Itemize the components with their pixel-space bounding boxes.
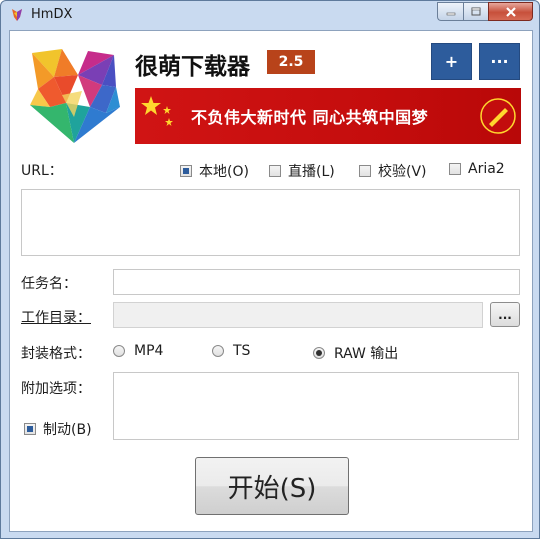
flag-star-icon xyxy=(141,96,173,126)
task-name-input[interactable] xyxy=(113,269,520,295)
radio-mp4[interactable]: MP4 xyxy=(113,343,163,359)
app-name: 很萌下载器 xyxy=(135,54,250,80)
window-title: HmDX xyxy=(31,7,73,22)
url-label: URL： xyxy=(21,163,63,179)
radio-raw-label: RAW 输出 xyxy=(334,346,399,362)
maximize-icon xyxy=(471,7,481,16)
minimize-button[interactable] xyxy=(437,2,463,21)
checkbox-local-box[interactable] xyxy=(180,165,192,177)
radio-ts-dot[interactable] xyxy=(212,345,224,357)
browse-button[interactable]: ... xyxy=(490,302,520,327)
banner: 不负伟大新时代 同心共筑中国梦 xyxy=(135,88,521,144)
url-input[interactable] xyxy=(21,189,520,256)
minimize-icon xyxy=(446,12,455,15)
start-button[interactable]: 开始(S) xyxy=(195,457,349,515)
maximize-button[interactable] xyxy=(463,2,488,21)
title-bar[interactable]: HmDX xyxy=(1,1,539,30)
checkbox-force[interactable]: 制动(B) xyxy=(24,419,92,439)
checkbox-local[interactable]: 本地(O) xyxy=(180,161,249,181)
radio-raw[interactable]: RAW 输出 xyxy=(313,343,398,363)
radio-mp4-label: MP4 xyxy=(134,343,164,359)
window-frame: HmDX 很萌下载器 2.5 + ··· 不负伟大新时代 同心共筑中国梦 URL… xyxy=(0,0,540,539)
checkbox-aria2-box[interactable] xyxy=(449,163,461,175)
checkbox-verify-box[interactable] xyxy=(359,165,371,177)
logo-arrow-icon xyxy=(30,49,120,143)
extra-options-input[interactable] xyxy=(113,372,519,440)
radio-ts[interactable]: TS xyxy=(212,343,250,359)
checkbox-live-label: 直播(L) xyxy=(288,164,335,180)
add-button[interactable]: + xyxy=(431,43,472,80)
format-label: 封装格式： xyxy=(21,346,91,362)
work-dir-label[interactable]: 工作目录： xyxy=(21,307,91,327)
task-name-label: 任务名： xyxy=(21,276,77,292)
checkbox-verify[interactable]: 校验(V) xyxy=(359,161,427,181)
extra-options-label: 附加选项： xyxy=(21,381,91,397)
party-emblem-icon xyxy=(480,98,516,134)
checkbox-force-box[interactable] xyxy=(24,423,36,435)
app-icon xyxy=(12,9,22,21)
checkbox-aria2-label: Aria2 xyxy=(468,161,505,177)
window-controls xyxy=(437,2,533,21)
main-panel: 很萌下载器 2.5 + ··· 不负伟大新时代 同心共筑中国梦 URL： 本地(… xyxy=(9,30,533,532)
banner-slogan: 不负伟大新时代 同心共筑中国梦 xyxy=(191,108,429,127)
radio-raw-dot[interactable] xyxy=(313,347,325,359)
version-badge: 2.5 xyxy=(267,50,315,74)
checkbox-force-label: 制动(B) xyxy=(43,422,92,438)
checkbox-local-label: 本地(O) xyxy=(199,164,249,180)
radio-mp4-dot[interactable] xyxy=(113,345,125,357)
checkbox-aria2[interactable]: Aria2 xyxy=(449,161,505,177)
checkbox-live[interactable]: 直播(L) xyxy=(269,161,335,181)
close-icon xyxy=(505,6,516,17)
work-dir-input[interactable] xyxy=(113,302,483,328)
checkbox-live-box[interactable] xyxy=(269,165,281,177)
checkbox-verify-label: 校验(V) xyxy=(378,164,427,180)
close-button[interactable] xyxy=(488,2,533,21)
radio-ts-label: TS xyxy=(233,343,251,359)
more-button[interactable]: ··· xyxy=(479,43,520,80)
